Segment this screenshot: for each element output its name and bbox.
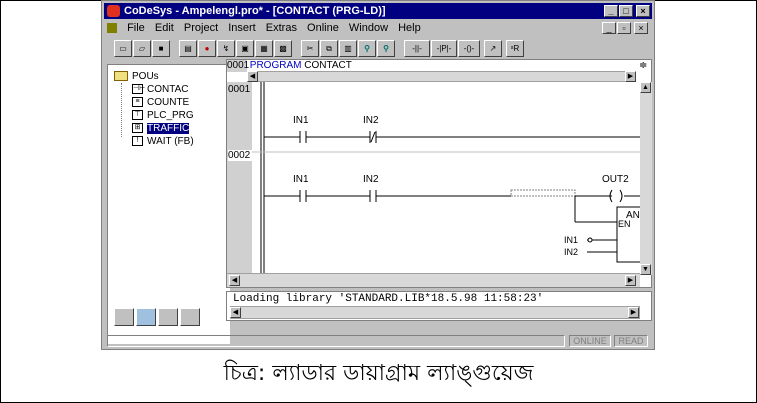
- save-icon[interactable]: ■: [152, 40, 170, 57]
- pou-panel: POUs ⊣⊢ CONTAC ≡ COUNTE ⊤ PLC_PRG ⊞ TRAFFIC …: [107, 64, 230, 344]
- scroll-up-icon[interactable]: ▲: [640, 82, 651, 93]
- ladder-diagram: IN1 IN2 IN1 IN2 OUT2 AN EN IN1 IN2: [252, 82, 640, 273]
- status-bar: ONLINE READ: [104, 334, 652, 348]
- window-title: CoDeSys - Ampelengl.pro* - [CONTACT (PRG…: [124, 5, 386, 17]
- menu-bar: File Edit Project Insert Extras Online W…: [104, 20, 652, 36]
- menu-window[interactable]: Window: [349, 22, 388, 34]
- editor-vscroll[interactable]: ▲ ▼: [640, 82, 652, 275]
- copy-icon[interactable]: ⧉: [320, 40, 338, 57]
- title-bar[interactable]: CoDeSys - Ampelengl.pro* - [CONTACT (PRG…: [104, 3, 652, 19]
- rung1-contact-in1-label: IN1: [293, 115, 309, 126]
- menu-project[interactable]: Project: [184, 22, 218, 34]
- maximize-button[interactable]: □: [619, 5, 633, 17]
- compile-icon[interactable]: ▤: [179, 40, 197, 57]
- fbd-icon: ⊞: [132, 123, 143, 134]
- coil-right: [619, 189, 623, 203]
- program-name: CONTACT: [304, 60, 352, 71]
- mdi-restore-button[interactable]: ▫: [617, 22, 631, 34]
- pou-item-plc-prg[interactable]: ⊤ PLC_PRG: [132, 110, 194, 121]
- tree-guide: [121, 83, 122, 137]
- scroll-left-icon[interactable]: ◀: [229, 275, 240, 286]
- and-block-en-label: EN: [618, 219, 631, 229]
- st-icon: ≡: [132, 97, 143, 108]
- logout-icon[interactable]: ▣: [236, 40, 254, 57]
- program-keyword: PROGRAM: [249, 60, 302, 71]
- ld-icon: ⊣⊢: [132, 84, 146, 95]
- sfc-icon: ⊤: [132, 110, 143, 121]
- editor-hscroll[interactable]: ◀ ▶: [227, 273, 640, 287]
- scroll-right-icon[interactable]: ▶: [625, 71, 636, 82]
- figure-caption: চিত্র: ল্যাডার ডায়াগ্রাম ল্যাঙ্গুয়েজ: [223, 361, 534, 386]
- il-icon: !: [132, 136, 143, 147]
- parallel-contact-icon[interactable]: -|P|-: [431, 40, 457, 57]
- find-icon[interactable]: ⚲: [358, 40, 376, 57]
- rung-2: [264, 189, 640, 263]
- tab-visualizations-icon[interactable]: [158, 308, 178, 326]
- close-button[interactable]: ×: [636, 5, 650, 17]
- comment-icon[interactable]: ˢR: [506, 40, 524, 57]
- cut-icon[interactable]: ✂: [301, 40, 319, 57]
- status-online: ONLINE: [569, 335, 611, 347]
- pou-item-counter[interactable]: ≡ COUNTE: [132, 97, 189, 108]
- pou-root[interactable]: POUs: [114, 71, 159, 82]
- mdi-minimize-button[interactable]: _: [602, 22, 616, 34]
- and-input-in1-label: IN1: [564, 235, 578, 245]
- contact-icon[interactable]: -||-: [404, 40, 430, 57]
- pou-item-wait[interactable]: ! WAIT (FB): [132, 136, 194, 147]
- pou-item-contact[interactable]: ⊣⊢ CONTAC: [132, 84, 188, 95]
- mdi-doc-icon[interactable]: [107, 23, 117, 34]
- replace-icon[interactable]: ⚲: [377, 40, 395, 57]
- menu-online[interactable]: Online: [307, 22, 339, 34]
- rung-gutter: [227, 82, 252, 275]
- pou-item-traffic[interactable]: ⊞ TRAFFIC: [132, 123, 190, 134]
- paste-icon[interactable]: ▥: [339, 40, 357, 57]
- negation-slash: [370, 131, 376, 143]
- insertion-marker[interactable]: [510, 189, 576, 197]
- scroll-right-icon[interactable]: ▶: [628, 307, 639, 318]
- scroll-left-icon[interactable]: ◀: [230, 307, 241, 318]
- menu-extras[interactable]: Extras: [266, 22, 297, 34]
- tab-resources-icon[interactable]: [180, 308, 200, 326]
- stop-icon[interactable]: ●: [198, 40, 216, 57]
- rung-number-1: 0001: [228, 84, 251, 95]
- tab-datatypes-icon[interactable]: [136, 308, 156, 326]
- coil-out2-label: OUT2: [602, 174, 629, 185]
- split-handle-icon[interactable]: ≑: [639, 60, 647, 71]
- jump-icon[interactable]: ↗: [484, 40, 502, 57]
- pou-tabs: [114, 308, 214, 328]
- rung2-contact-in1-label: IN1: [293, 174, 309, 185]
- mdi-close-button[interactable]: ×: [634, 22, 648, 34]
- folder-icon: [114, 71, 128, 82]
- new-icon[interactable]: ▭: [114, 40, 132, 57]
- message-text: Loading library 'STANDARD.LIB*18.5.98 11…: [233, 293, 544, 305]
- scroll-down-icon[interactable]: ▼: [640, 264, 651, 275]
- rung-number-2: 0002: [228, 150, 252, 161]
- menu-edit[interactable]: Edit: [155, 22, 174, 34]
- rung1-contact-in2-label: IN2: [363, 115, 379, 126]
- decl-line-number: 0001: [227, 60, 250, 72]
- menu-insert[interactable]: Insert: [228, 22, 256, 34]
- ladder-editor: 0001 PROGRAM CONTACT ≑ ◀ ▶ 0001 0002 IN1…: [226, 59, 652, 288]
- status-read: READ: [614, 335, 648, 347]
- menu-file[interactable]: File: [127, 22, 145, 34]
- toolbar: ▭ ▱ ■ ▤ ● ↯ ▣ ▦ ▩ ✂ ⧉ ▥ ⚲ ⚲ -||- -|P|- -…: [104, 38, 652, 60]
- minimize-button[interactable]: _: [604, 5, 618, 17]
- and-input-in2-label: IN2: [564, 247, 578, 257]
- codesys-window: CoDeSys - Ampelengl.pro* - [CONTACT (PRG…: [101, 0, 655, 350]
- rung2-contact-in2-label: IN2: [363, 174, 379, 185]
- scroll-left-icon[interactable]: ◀: [247, 71, 258, 82]
- open-icon[interactable]: ▱: [133, 40, 151, 57]
- rung-1: [264, 131, 640, 143]
- tab-pous-icon[interactable]: [114, 308, 134, 326]
- message-hscroll[interactable]: ◀ ▶: [230, 306, 640, 319]
- step-icon[interactable]: ▩: [274, 40, 292, 57]
- coil-icon[interactable]: -()-: [458, 40, 480, 57]
- decl-hscroll[interactable]: ◀ ▶: [247, 71, 636, 82]
- codesys-app-icon[interactable]: [107, 5, 120, 17]
- status-panel: [107, 335, 565, 347]
- scroll-right-icon[interactable]: ▶: [625, 275, 636, 286]
- menu-help[interactable]: Help: [398, 22, 421, 34]
- run-icon[interactable]: ▦: [255, 40, 273, 57]
- login-icon[interactable]: ↯: [217, 40, 235, 57]
